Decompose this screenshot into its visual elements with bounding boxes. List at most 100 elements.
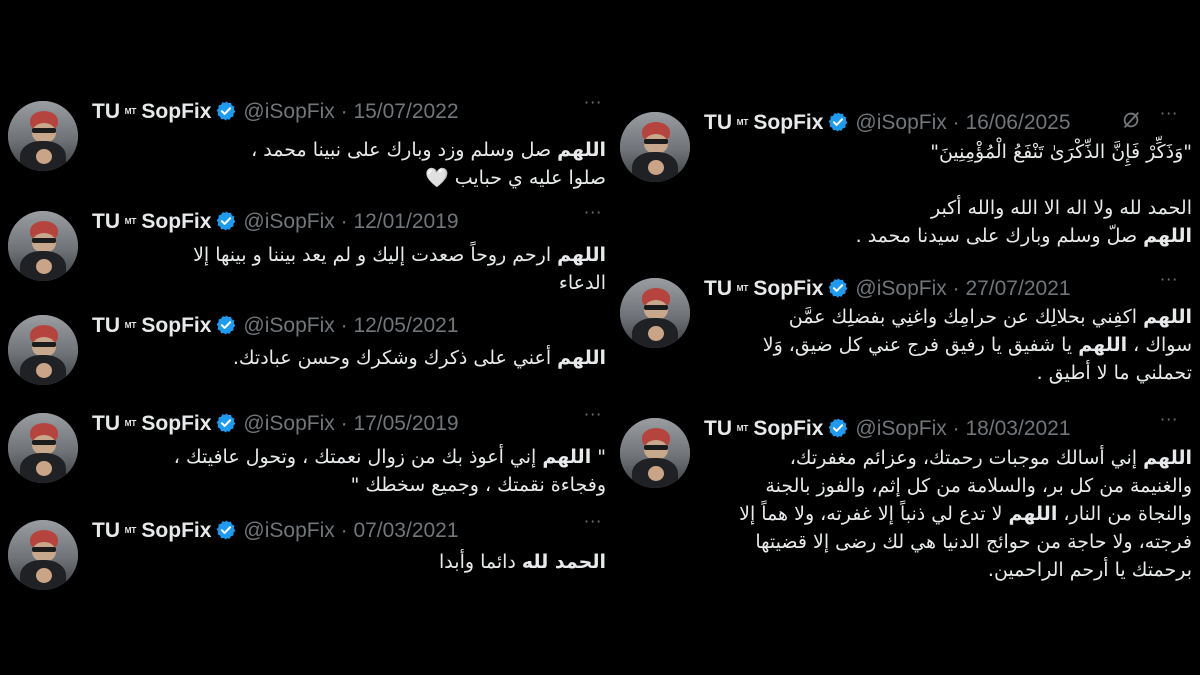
- tweet-header: TU ᴹᵀ SopFix @iSopFix · 18/03/2021: [704, 413, 1071, 443]
- tweet-header: TU ᴹᵀ SopFix @iSopFix · 17/05/2019: [92, 408, 459, 438]
- highlighted-word: اللهم: [1078, 334, 1128, 356]
- more-options-icon[interactable]: ···: [584, 203, 602, 222]
- highlighted-word: اللهم: [557, 244, 606, 266]
- more-options-icon[interactable]: ···: [1160, 104, 1178, 123]
- tweet-line: الدعاء: [94, 269, 606, 297]
- tweet-left-2[interactable]: TU ᴹᵀ SopFix @iSopFix · 12/01/2019 ··· الله…: [8, 203, 606, 294]
- display-name[interactable]: TU ᴹᵀ SopFix: [92, 100, 211, 123]
- tweet-line: اللهم اكفِني بحلالِك عن حرامِك واغنِي بف…: [706, 303, 1192, 331]
- avatar[interactable]: [8, 211, 78, 281]
- handle-date[interactable]: @iSopFix · 16/06/2025: [855, 111, 1070, 134]
- verified-badge-icon: [829, 418, 848, 438]
- tweet-line: اللهم أعني على ذكرك وشكرك وحسن عبادتك.: [94, 344, 606, 372]
- avatar[interactable]: [8, 413, 78, 483]
- display-name[interactable]: TU ᴹᵀ SopFix: [92, 314, 211, 337]
- verified-badge-icon: [217, 101, 236, 121]
- avatar[interactable]: [620, 418, 690, 488]
- highlighted-word: اللهم: [557, 347, 606, 369]
- tweet-line: تحملني ما لا أطيق .: [706, 359, 1192, 387]
- tweet-line: اللهم صلّ وسلم وبارك على سيدنا محمد .: [706, 222, 1192, 250]
- tweet-right-2[interactable]: TU ᴹᵀ SopFix @iSopFix · 27/07/2021 ··· الله…: [620, 270, 1192, 390]
- verified-badge-icon: [829, 112, 848, 132]
- text-segment: ارحم روحاً صعدت إليك و لم يعد بيننا و بي…: [193, 244, 558, 266]
- handle-date[interactable]: @iSopFix · 07/03/2021: [243, 519, 458, 542]
- highlighted-word: اللهم: [1143, 306, 1192, 328]
- tweet-left-5[interactable]: TU ᴹᵀ SopFix @iSopFix · 07/03/2021 ··· الحم…: [8, 512, 606, 592]
- display-name[interactable]: TU ᴹᵀ SopFix: [704, 417, 823, 440]
- text-segment: الدعاء: [558, 272, 606, 294]
- tweet-header: TU ᴹᵀ SopFix @iSopFix · 15/07/2022: [92, 96, 459, 126]
- more-options-icon[interactable]: ···: [584, 512, 602, 531]
- handle-date[interactable]: @iSopFix · 17/05/2019: [243, 412, 458, 435]
- text-segment: أعني على ذكرك وشكرك وحسن عبادتك.: [232, 347, 558, 369]
- tweet-text: الحمد لله دائما وأبدا: [94, 548, 606, 576]
- text-segment: برحمتك يا أرحم الراحمين.: [987, 559, 1192, 581]
- highlighted-word: الحمد لله: [521, 551, 606, 573]
- text-segment: صل وسلم وزد وبارك على نبينا محمد ،: [251, 139, 558, 161]
- text-segment: تحملني ما لا أطيق .: [1036, 362, 1192, 384]
- text-segment: والنجاة من النار،: [1057, 503, 1192, 525]
- tweet-line: " اللهم إني أعوذ بك من زوال نعمتك ، وتحو…: [94, 443, 606, 471]
- avatar[interactable]: [8, 520, 78, 590]
- display-name[interactable]: TU ᴹᵀ SopFix: [92, 519, 211, 542]
- more-options-icon[interactable]: ···: [1160, 410, 1178, 429]
- text-segment: صلوا عليه ي حبايب 🤍: [425, 167, 606, 189]
- tweet-header: TU ᴹᵀ SopFix @iSopFix · 12/05/2021: [92, 310, 459, 340]
- tweet-text: "وَذَكِّرْ فَإِنَّ الذِّكْرَىٰ تَنْفَعُ …: [706, 138, 1192, 250]
- avatar[interactable]: [8, 315, 78, 385]
- text-segment: "وَذَكِّرْ فَإِنَّ الذِّكْرَىٰ تَنْفَعُ …: [930, 141, 1192, 163]
- text-segment: لا تدع لي ذنباً إلا غفرته، ولا هماً إلا: [739, 503, 1009, 525]
- display-name[interactable]: TU ᴹᵀ SopFix: [704, 111, 823, 134]
- avatar[interactable]: [620, 112, 690, 182]
- text-segment: دائما وأبدا: [439, 551, 522, 573]
- verified-badge-icon: [217, 211, 236, 231]
- tweet-header: TU ᴹᵀ SopFix @iSopFix · 27/07/2021: [704, 273, 1071, 303]
- tweet-line: والغنيمة من كل بر، والسلامة من كل إثم، و…: [706, 472, 1192, 500]
- text-segment: إني أعوذ بك من زوال نعمتك ، وتحول عافيتك…: [173, 446, 543, 468]
- tweet-line: صلوا عليه ي حبايب 🤍: [94, 164, 606, 192]
- text-segment: والغنيمة من كل بر، والسلامة من كل إثم، و…: [765, 475, 1192, 497]
- tweet-left-3[interactable]: TU ᴹᵀ SopFix @iSopFix · 12/05/2021 اللهم أع…: [8, 307, 606, 392]
- tweet-line: اللهم ارحم روحاً صعدت إليك و لم يعد بينن…: [94, 241, 606, 269]
- more-options-icon[interactable]: ···: [1160, 270, 1178, 289]
- avatar[interactable]: [620, 278, 690, 348]
- text-segment: يا شفيق يا رفيق فرج عني كل ضيق، وَلا: [762, 334, 1079, 356]
- handle-date[interactable]: @iSopFix · 12/05/2021: [243, 314, 458, 337]
- tweet-line: الحمد لله ولا اله الا الله والله أكبر: [706, 194, 1192, 222]
- display-name[interactable]: TU ᴹᵀ SopFix: [92, 210, 211, 233]
- more-options-icon[interactable]: ···: [584, 405, 602, 424]
- tweet-text: اللهم صل وسلم وزد وبارك على نبينا محمد ،…: [94, 136, 606, 192]
- handle-date[interactable]: @iSopFix · 27/07/2021: [855, 277, 1070, 300]
- more-options-icon[interactable]: ···: [584, 93, 602, 112]
- text-segment: صلّ وسلم وبارك على سيدنا محمد .: [855, 225, 1144, 247]
- display-name[interactable]: TU ᴹᵀ SopFix: [92, 412, 211, 435]
- tweet-line: برحمتك يا أرحم الراحمين.: [706, 556, 1192, 584]
- text-segment: ": [591, 446, 606, 468]
- text-segment: فرجته، ولا حاجة من حوائج الدنيا هي لك رض…: [755, 531, 1192, 553]
- tweet-text: اللهم أعني على ذكرك وشكرك وحسن عبادتك.: [94, 344, 606, 372]
- avatar[interactable]: [8, 101, 78, 171]
- grok-icon[interactable]: [1120, 109, 1142, 131]
- tweet-left-1[interactable]: TU ᴹᵀ SopFix @iSopFix · 15/07/2022 ··· الله…: [8, 93, 606, 193]
- tweet-line: وفجاءة نقمتك ، وجميع سخطك ": [94, 471, 606, 499]
- tweet-right-3[interactable]: TU ᴹᵀ SopFix @iSopFix · 18/03/2021 ··· الله…: [620, 410, 1192, 600]
- handle-date[interactable]: @iSopFix · 15/07/2022: [243, 100, 458, 123]
- highlighted-word: اللهم: [542, 446, 592, 468]
- tweet-line: والنجاة من النار، اللهم لا تدع لي ذنباً …: [706, 500, 1192, 528]
- tweet-line: "وَذَكِّرْ فَإِنَّ الذِّكْرَىٰ تَنْفَعُ …: [706, 138, 1192, 166]
- highlighted-word: اللهم: [557, 139, 606, 161]
- tweet-right-1[interactable]: TU ᴹᵀ SopFix @iSopFix · 16/06/2025 ··· "وَذ…: [620, 104, 1192, 264]
- tweet-line: فرجته، ولا حاجة من حوائج الدنيا هي لك رض…: [706, 528, 1192, 556]
- handle-date[interactable]: @iSopFix · 12/01/2019: [243, 210, 458, 233]
- tweet-text: اللهم اكفِني بحلالِك عن حرامِك واغنِي بف…: [706, 303, 1192, 387]
- tweet-line: [706, 166, 1192, 194]
- tweet-left-4[interactable]: TU ᴹᵀ SopFix @iSopFix · 17/05/2019 ··· " ال…: [8, 405, 606, 505]
- handle-date[interactable]: @iSopFix · 18/03/2021: [855, 417, 1070, 440]
- display-name[interactable]: TU ᴹᵀ SopFix: [704, 277, 823, 300]
- verified-badge-icon: [217, 520, 236, 540]
- tweet-header: TU ᴹᵀ SopFix @iSopFix · 12/01/2019: [92, 206, 459, 236]
- highlighted-word: اللهم: [1143, 225, 1192, 247]
- text-segment: سواك ،: [1127, 334, 1192, 356]
- text-segment: إني أسالك موجبات رحمتك، وعزائم مغفرتك،: [789, 447, 1144, 469]
- tweet-header: TU ᴹᵀ SopFix @iSopFix · 07/03/2021: [92, 515, 459, 545]
